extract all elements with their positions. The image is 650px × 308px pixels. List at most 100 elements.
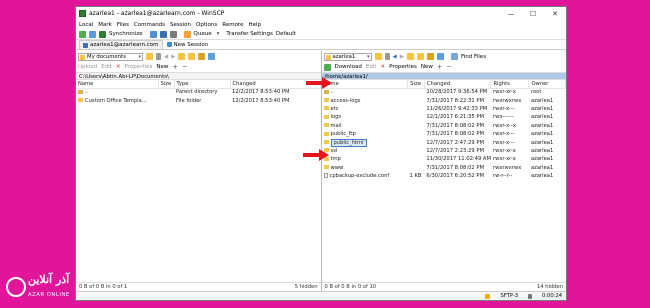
remote-hidden-count[interactable]: 14 hidden xyxy=(537,284,563,290)
putty-icon[interactable] xyxy=(169,30,177,38)
table-row[interactable]: mail 7/31/2017 8:08:02 PM rwxr-x--x azarlea… xyxy=(322,122,566,130)
table-row[interactable]: access-logs 7/31/2017 8:22:31 PM rwxrwxrwx… xyxy=(322,96,566,104)
terminal-icon[interactable] xyxy=(149,30,157,38)
table-row[interactable]: .. Parent directory 12/2/2017 8:53:40 PM xyxy=(76,88,320,96)
synchronize-button[interactable]: Synchronize xyxy=(109,31,143,37)
table-row[interactable]: .. 10/28/2017 9:36:54 PM rwxr-xr-x root xyxy=(322,88,566,96)
remote-path-bar[interactable]: /home/azarlea1/ xyxy=(321,72,566,80)
find-files-button[interactable]: Find Files xyxy=(461,54,486,60)
file-name: tmp xyxy=(330,156,341,163)
back-icon[interactable]: ◀ xyxy=(393,54,397,60)
filter-icon[interactable] xyxy=(156,53,161,60)
forward-icon[interactable]: ▶ xyxy=(171,54,175,60)
file-owner: azarlea1 xyxy=(530,122,554,129)
file-size xyxy=(158,88,174,96)
folder-icon xyxy=(323,131,329,136)
maximize-button[interactable]: ☐ xyxy=(522,10,544,18)
root-dir-icon[interactable] xyxy=(188,53,196,60)
parent-dir-icon[interactable] xyxy=(178,53,186,60)
local-location-select[interactable]: My documents ▾ xyxy=(78,52,143,61)
file-owner: azarlea1 xyxy=(530,173,554,180)
home-icon[interactable] xyxy=(426,53,434,60)
col-name[interactable]: Name xyxy=(321,80,408,89)
col-type[interactable]: Type xyxy=(174,80,231,89)
minus-icon[interactable]: － xyxy=(182,63,188,71)
col-changed[interactable]: Changed xyxy=(424,80,492,89)
table-row[interactable]: tmp 11/30/2017 11:02:49 AM rwxr-xr-x azarle… xyxy=(322,155,566,163)
session-tabs: azarlea1@azarlearn.com New Session xyxy=(76,40,566,50)
col-size[interactable]: Size xyxy=(407,80,425,89)
col-owner[interactable]: Owner xyxy=(528,80,566,89)
new-session-tab[interactable]: New Session xyxy=(166,42,208,48)
col-name[interactable]: Name xyxy=(76,80,159,89)
session-tab[interactable]: azarlea1@azarlearn.com xyxy=(79,40,163,49)
remote-location-select[interactable]: azarlea1 ▾ xyxy=(323,52,372,61)
minimize-button[interactable]: — xyxy=(500,10,522,18)
refresh-icon[interactable] xyxy=(208,53,216,60)
new-button[interactable]: New xyxy=(421,64,433,70)
file-type: File folder xyxy=(176,97,202,104)
local-path-bar[interactable]: C:\Users\Abtin.Abi-LP\Documents\ xyxy=(76,72,321,80)
compare-icon[interactable] xyxy=(89,30,96,38)
menu-local[interactable]: Local xyxy=(79,22,93,28)
table-row[interactable]: cpbackup-exclude.conf 1 KB 6/30/2017 6:20:… xyxy=(322,172,566,180)
refresh-icon[interactable] xyxy=(436,53,444,60)
forward-icon[interactable]: ▶ xyxy=(400,54,404,60)
new-button[interactable]: New xyxy=(156,64,168,70)
transfer-settings-select[interactable]: Default xyxy=(276,31,296,37)
console-icon[interactable] xyxy=(159,30,167,38)
delete-icon[interactable]: ✕ xyxy=(381,64,386,70)
file-size xyxy=(408,130,425,138)
delete-icon[interactable]: ✕ xyxy=(116,64,121,70)
download-button[interactable]: Download xyxy=(335,64,362,70)
back-icon[interactable]: ◀ xyxy=(164,54,168,60)
local-hidden-count[interactable]: 5 hidden xyxy=(295,284,318,290)
menu-commands[interactable]: Commands xyxy=(134,22,165,28)
chevron-down-icon: ▾ xyxy=(366,53,370,60)
folder-icon xyxy=(323,165,329,170)
close-button[interactable]: ✕ xyxy=(544,10,566,18)
col-size[interactable]: Size xyxy=(158,80,175,89)
properties-button[interactable]: Properties xyxy=(125,64,153,70)
filter-icon[interactable] xyxy=(384,53,390,60)
table-row[interactable]: Custom Office Templa... File folder 12/2… xyxy=(76,96,320,104)
table-row[interactable]: logs 12/1/2017 6:21:35 PM rwx------ azarlea… xyxy=(322,113,566,121)
plus-icon[interactable]: ＋ xyxy=(437,63,443,71)
menu-help[interactable]: Help xyxy=(249,22,262,28)
open-folder-icon[interactable] xyxy=(146,53,153,60)
queue-dropdown-icon[interactable]: ▾ xyxy=(217,31,220,37)
menu-files[interactable]: Files xyxy=(117,22,129,28)
chevron-down-icon: ▾ xyxy=(138,53,141,60)
file-rights: rwxr-x--- xyxy=(492,131,515,138)
logo-mark-icon xyxy=(6,277,26,297)
col-rights[interactable]: Rights xyxy=(490,80,530,89)
add-icon[interactable] xyxy=(79,30,86,38)
download-icon xyxy=(323,63,331,71)
main-toolbar: Synchronize Queue ▾ Transfer Settings De… xyxy=(76,29,566,40)
file-owner: azarlea1 xyxy=(530,114,554,121)
edit-button[interactable]: Edit xyxy=(366,64,377,70)
plus-icon[interactable]: ＋ xyxy=(172,63,178,71)
parent-dir-icon[interactable] xyxy=(406,53,414,60)
table-row[interactable]: public_html 12/7/2017 2:47:29 PM rwxr-x---… xyxy=(322,138,566,147)
minus-icon[interactable]: － xyxy=(446,63,452,71)
root-dir-icon[interactable] xyxy=(416,53,424,60)
file-changed: 10/28/2017 9:36:54 PM xyxy=(426,89,488,96)
open-folder-icon[interactable] xyxy=(374,53,382,60)
file-name: .. xyxy=(330,89,334,96)
upload-button[interactable]: Upload xyxy=(78,64,97,70)
home-icon[interactable] xyxy=(198,53,206,60)
properties-button[interactable]: Properties xyxy=(389,64,417,70)
menu-mark[interactable]: Mark xyxy=(98,22,112,28)
table-row[interactable]: public_ftp 7/31/2017 8:08:02 PM rwxr-x--- a… xyxy=(322,130,566,138)
menu-options[interactable]: Options xyxy=(196,22,217,28)
table-row[interactable]: www 7/31/2017 8:08:02 PM rwxrwxrwx azarlea1 xyxy=(322,164,566,172)
table-row[interactable]: ssl 12/7/2017 2:23:29 PM rwxr-xr-x azarlea1 xyxy=(322,147,566,155)
menu-remote[interactable]: Remote xyxy=(222,22,243,28)
queue-button[interactable]: Queue xyxy=(194,31,212,37)
menu-session[interactable]: Session xyxy=(170,22,191,28)
file-rights: rwxr-x--- xyxy=(492,105,515,112)
edit-button[interactable]: Edit xyxy=(101,64,112,70)
file-owner: azarlea1 xyxy=(530,131,554,138)
table-row[interactable]: etc 11/26/2017 9:42:33 PM rwxr-x--- azarlea… xyxy=(322,105,566,113)
